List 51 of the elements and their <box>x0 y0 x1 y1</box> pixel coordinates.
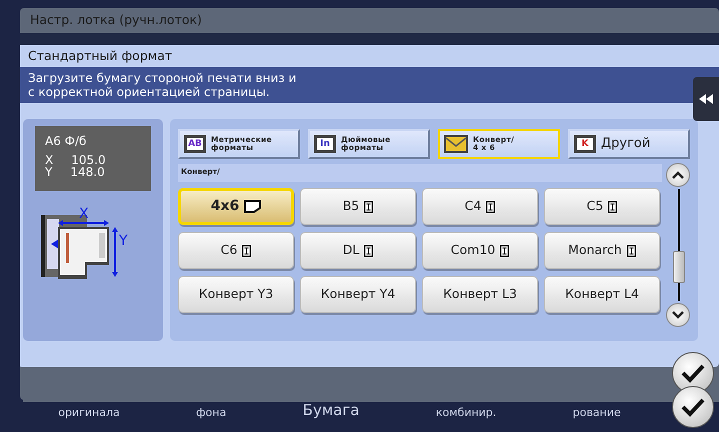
format-tab[interactable]: K Другой <box>568 129 690 159</box>
ok-button[interactable] <box>672 386 714 428</box>
chevron-up-icon <box>672 171 684 179</box>
function-tab-label: оригинала <box>58 405 120 421</box>
orientation-icon <box>608 200 618 212</box>
checkmark-icon <box>681 397 705 417</box>
size-button[interactable]: Конверт L3 <box>422 276 538 313</box>
orientation-icon <box>626 244 636 256</box>
size-button[interactable]: C5 <box>544 188 660 225</box>
dialog-title: Настр. лотка (ручн.лоток) <box>29 11 203 29</box>
function-tab-label: фона <box>196 405 226 421</box>
axis-label: Y <box>45 166 52 178</box>
orientation-icon <box>500 244 510 256</box>
size-button[interactable]: Конверт L4 <box>544 276 660 313</box>
badge-icon: In <box>314 135 336 153</box>
scroll-thumb[interactable] <box>673 251 685 283</box>
size-button[interactable]: Com10 <box>422 232 538 269</box>
format-name: A6 Ф/б <box>45 133 86 150</box>
size-button[interactable]: Monarch <box>544 232 660 269</box>
size-button[interactable]: 4x6 <box>178 188 294 225</box>
dimension-value: 105.0 <box>71 154 106 166</box>
orientation-icon <box>364 200 374 212</box>
instruction-message: Загрузите бумагу стороной печати вниз и с корректной ориентацией страницы. <box>20 67 719 103</box>
chevron-down-icon <box>672 311 684 319</box>
size-button[interactable]: Конверт Y3 <box>178 276 294 313</box>
card-icon <box>244 200 262 213</box>
function-tab-label: Бумага <box>302 400 360 421</box>
panel-title: Стандартный формат <box>27 47 174 65</box>
function-tab-label: рование <box>572 405 621 421</box>
size-button[interactable]: DL <box>300 232 416 269</box>
y-label: Y <box>119 233 128 249</box>
orientation-icon <box>242 244 252 256</box>
axis-label: X <box>45 154 54 166</box>
size-button[interactable]: C6 <box>178 232 294 269</box>
scroll-up-button[interactable] <box>666 163 690 187</box>
scroll-down-button[interactable] <box>666 303 690 327</box>
size-button[interactable]: B5 <box>300 188 416 225</box>
orientation-icon <box>364 244 374 256</box>
envelope-icon <box>444 135 468 153</box>
checkmark-icon <box>681 363 705 383</box>
width-arrow <box>58 220 109 226</box>
dimension-value: 148.0 <box>70 166 105 178</box>
function-tab-label: комбинир. <box>436 405 496 421</box>
double-left-arrow-icon <box>699 94 713 104</box>
height-arrow <box>112 227 118 277</box>
size-button[interactable]: Конверт Y4 <box>300 276 416 313</box>
badge-icon: AB <box>184 135 206 153</box>
badge-icon: K <box>574 135 596 153</box>
size-button[interactable]: C4 <box>422 188 538 225</box>
collapse-button[interactable] <box>693 77 719 121</box>
orientation-icon <box>486 200 496 212</box>
